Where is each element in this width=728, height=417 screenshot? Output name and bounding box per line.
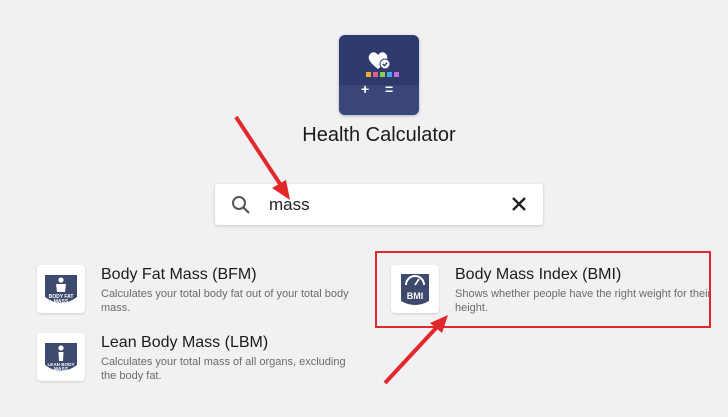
equals-icon: =	[385, 81, 394, 97]
lean-body-mass-icon: LEAN BODY MASS	[37, 333, 85, 381]
health-calculator-app-icon: + =	[339, 35, 419, 115]
color-bars-icon	[366, 72, 399, 77]
search-bar[interactable]	[215, 184, 543, 225]
search-icon	[232, 196, 250, 214]
heart-check-icon	[368, 52, 391, 70]
result-item-bfm[interactable]: BODY FAT MASS Body Fat Mass (BFM) Calcul…	[37, 265, 357, 317]
app-title: Health Calculator	[302, 124, 456, 146]
body-fat-mass-icon: BODY FAT MASS	[37, 265, 85, 313]
svg-text:MASS: MASS	[54, 367, 69, 373]
result-title: Body Fat Mass (BFM)	[101, 266, 257, 283]
result-description: Calculates your total mass of all organs…	[101, 356, 346, 382]
annotation-highlight-box	[375, 251, 711, 328]
result-description: Calculates your total body fat out of yo…	[101, 288, 349, 314]
result-title: Lean Body Mass (LBM)	[101, 334, 269, 351]
plus-icon: +	[361, 81, 370, 97]
search-input[interactable]	[269, 193, 489, 217]
clear-search-icon[interactable]	[511, 196, 527, 212]
svg-text:MASS: MASS	[54, 299, 69, 305]
result-item-lbm[interactable]: LEAN BODY MASS Lean Body Mass (LBM) Calc…	[37, 333, 357, 385]
